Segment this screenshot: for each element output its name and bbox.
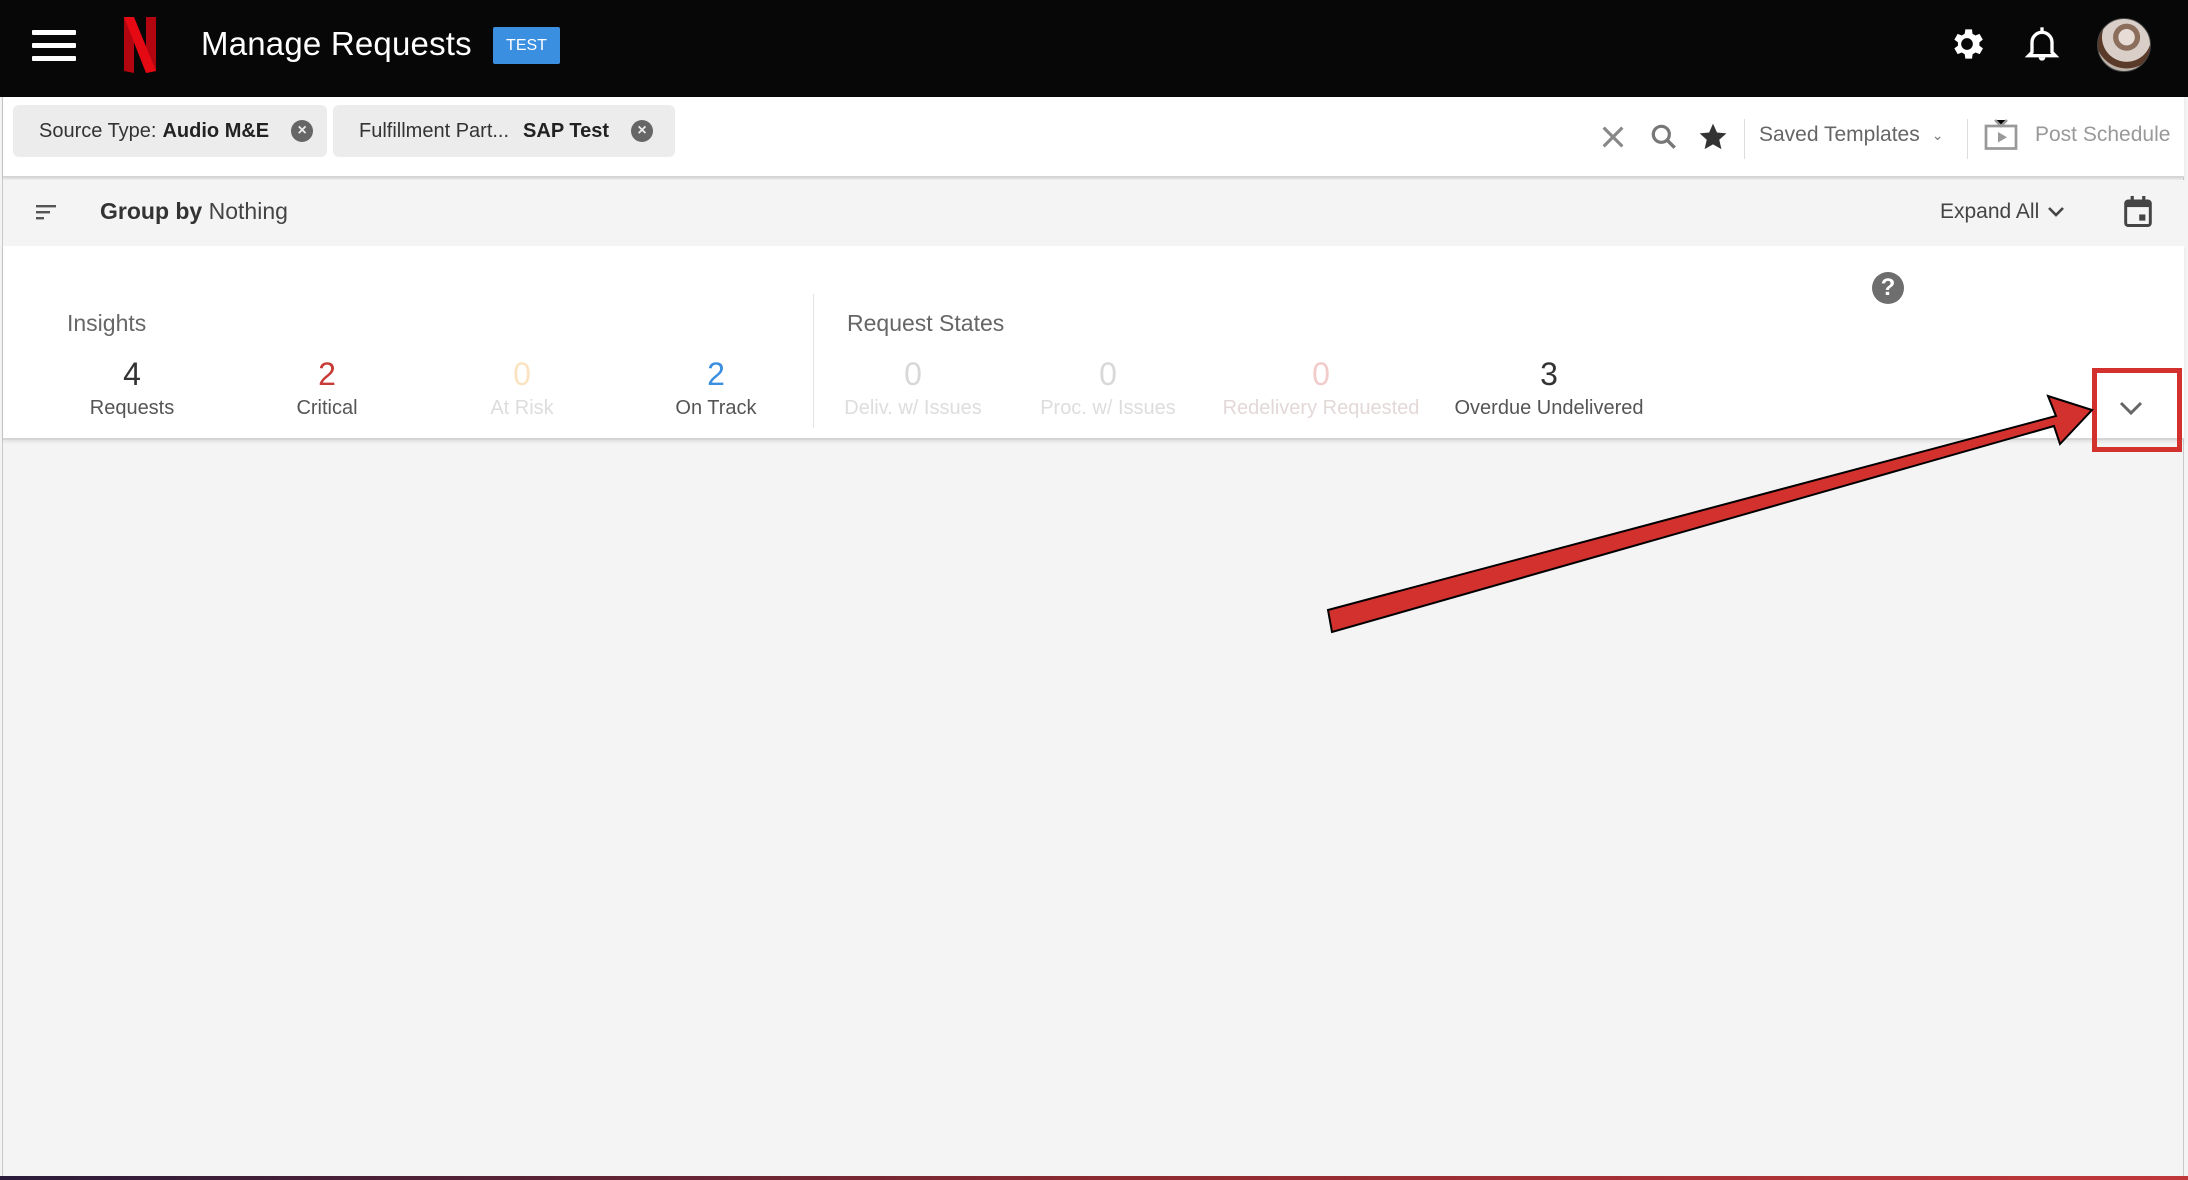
remove-filter-icon[interactable]: ×	[291, 120, 314, 142]
page-title: Manage Requests	[201, 25, 472, 62]
chevron-down-icon: ⌄	[1931, 126, 1944, 143]
annotation-arrow	[1326, 394, 2094, 634]
user-avatar[interactable]	[2097, 18, 2151, 72]
filter-chip-source-type[interactable]: Source Type: Audio M&E ×	[13, 105, 327, 157]
environment-badge: TEST	[493, 27, 560, 64]
search-icon[interactable]	[1648, 121, 1680, 153]
filter-chip-value: SAP Test	[523, 119, 610, 142]
group-by-bar: Group by Nothing Expand All	[3, 180, 2184, 246]
saved-templates-dropdown[interactable]: Saved Templates ⌄	[1759, 123, 1943, 147]
star-icon[interactable]	[1697, 121, 1729, 153]
insights-title: Insights	[67, 310, 147, 336]
divider	[1744, 119, 1745, 159]
group-by-label: Group by	[100, 198, 203, 224]
metric-value: 0	[1099, 356, 1117, 392]
menu-icon[interactable]	[32, 30, 76, 62]
help-icon[interactable]: ?	[1872, 272, 1904, 304]
tv-schedule-icon[interactable]	[1983, 117, 2019, 153]
top-app-bar: Manage Requests TEST	[0, 0, 2188, 97]
request-states-title: Request States	[847, 310, 1005, 336]
filter-chip-key: Source Type:	[39, 119, 157, 142]
filter-bar: Source Type: Audio M&E × Fulfillment Par…	[3, 97, 2184, 178]
filter-chip-value: Audio M&E	[162, 119, 270, 142]
calendar-icon[interactable]	[2123, 196, 2153, 228]
saved-templates-label: Saved Templates	[1759, 123, 1920, 146]
notification-bell-icon[interactable]	[2022, 24, 2062, 64]
expand-all-dropdown[interactable]: Expand All	[1940, 200, 2065, 224]
bottom-edge	[0, 1176, 2188, 1180]
post-schedule-button[interactable]: Post Schedule	[2035, 123, 2170, 147]
netflix-logo-icon	[124, 17, 156, 73]
expand-all-label: Expand All	[1940, 200, 2040, 223]
filter-chip-key: Fulfillment Part...	[359, 119, 510, 142]
clear-filters-icon[interactable]	[1597, 121, 1629, 153]
group-by-selector[interactable]: Group by Nothing	[100, 198, 288, 225]
chevron-down-icon	[2048, 207, 2065, 217]
divider	[1967, 119, 1968, 159]
sort-icon[interactable]	[36, 203, 58, 221]
metric-label: Proc. w/ Issues	[1040, 397, 1176, 419]
remove-filter-icon[interactable]: ×	[631, 120, 654, 142]
metric-processed-with-issues[interactable]: 0 Proc. w/ Issues	[988, 354, 1228, 422]
filter-chip-fulfillment-partner[interactable]: Fulfillment Part... SAP Test ×	[333, 105, 675, 157]
settings-gear-icon[interactable]	[1947, 24, 1987, 64]
group-by-value: Nothing	[208, 198, 288, 224]
